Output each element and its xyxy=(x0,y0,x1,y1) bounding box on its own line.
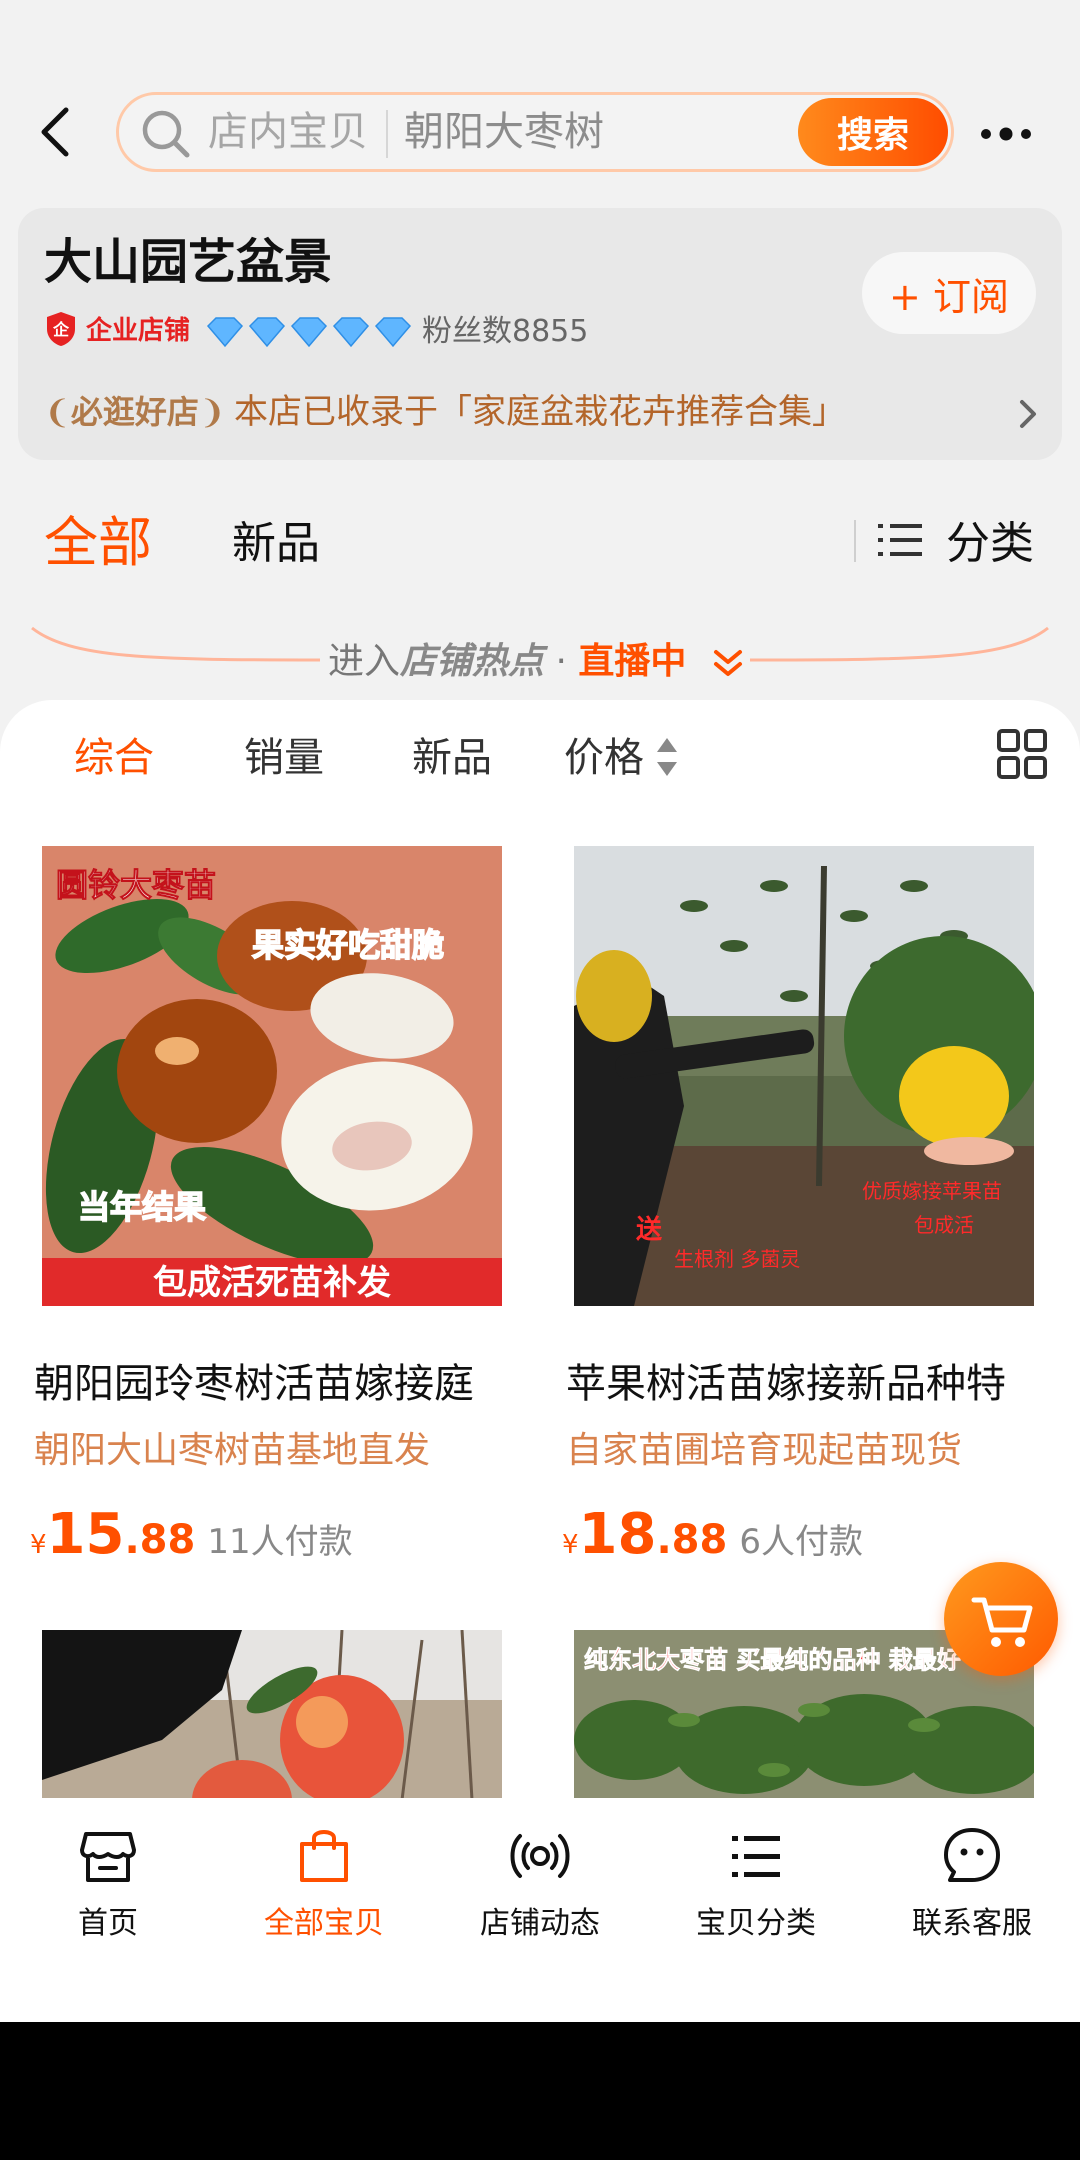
cart-button[interactable] xyxy=(944,1562,1058,1676)
diamond-rating xyxy=(204,314,412,350)
img-caption-1: 优质嫁接苹果苗 xyxy=(862,1179,1002,1203)
back-button[interactable] xyxy=(28,96,92,168)
product-subtitle: 自家苗圃培育现起苗现货 xyxy=(566,1430,963,1471)
img-caption-3: 送 xyxy=(636,1215,662,1245)
product-price: ¥15.88 11人付款 xyxy=(30,1502,353,1567)
tab-all[interactable]: 全部 xyxy=(44,508,152,578)
tab-new[interactable]: 新品 xyxy=(232,514,320,574)
cart-icon xyxy=(971,1597,1033,1647)
enterprise-shield-icon: 企 xyxy=(44,310,78,348)
store-icon xyxy=(80,1832,136,1882)
nav-customer-service[interactable]: 联系客服 xyxy=(872,1826,1072,1976)
system-navigation-bar xyxy=(0,2022,1080,2160)
broadcast-icon xyxy=(510,1834,570,1878)
shopping-bag-icon xyxy=(300,1830,348,1882)
diamond-icon xyxy=(206,317,244,348)
search-scope[interactable]: 店内宝贝 xyxy=(208,106,368,158)
product-image-peach[interactable] xyxy=(42,1630,502,1800)
diamond-icon xyxy=(290,317,328,348)
search-input[interactable] xyxy=(404,102,784,162)
nav-home[interactable]: 首页 xyxy=(8,1826,208,1976)
img-caption-2: 包成活 xyxy=(914,1213,974,1237)
nav-item-categories[interactable]: 宝贝分类 xyxy=(656,1826,856,1976)
nav-shop-feed[interactable]: 店铺动态 xyxy=(440,1826,640,1976)
img-caption-1: 纯东北大枣苗 买最纯的品种 栽最好 xyxy=(584,1645,961,1674)
img-caption-4: 生根剂 多菌灵 xyxy=(674,1247,800,1271)
chevron-right-icon[interactable] xyxy=(1014,396,1042,432)
product-image-jujube[interactable]: 圆铃大枣苗 果实好吃甜脆 当年结果 包成活死苗补发 xyxy=(42,846,502,1306)
tab-divider xyxy=(854,520,856,562)
svg-text:企: 企 xyxy=(52,320,70,339)
chat-bubble-icon xyxy=(944,1828,1000,1882)
plus-icon: + xyxy=(889,274,933,319)
product-image-apple[interactable]: 优质嫁接苹果苗 包成活 送 生根剂 多菌灵 xyxy=(574,846,1034,1306)
sort-sales[interactable]: 销量 xyxy=(244,730,324,786)
shop-name[interactable]: 大山园艺盆景 xyxy=(44,230,332,294)
search-button[interactable]: 搜索 xyxy=(798,98,948,166)
must-visit-badge: ❨必逛好店❩ xyxy=(44,393,226,431)
img-caption-1: 圆铃大枣苗 xyxy=(56,866,216,904)
sort-arrows-icon xyxy=(654,732,680,782)
paid-count: 11人付款 xyxy=(207,1522,353,1562)
img-caption-3: 当年结果 xyxy=(78,1188,206,1226)
fans-count: 粉丝数8855 xyxy=(422,314,589,349)
paid-count: 6人付款 xyxy=(739,1522,863,1562)
diamond-icon xyxy=(332,317,370,348)
list-icon xyxy=(732,1836,780,1877)
more-dots-icon xyxy=(981,127,1031,141)
nav-all-label: 全部宝贝 xyxy=(264,1906,384,1941)
more-button[interactable] xyxy=(976,110,1036,158)
nav-feed-label: 店铺动态 xyxy=(480,1906,600,1941)
search-icon xyxy=(140,108,192,160)
nav-all-items[interactable]: 全部宝贝 xyxy=(224,1826,424,1976)
img-caption-4: 包成活死苗补发 xyxy=(153,1263,391,1303)
product-title[interactable]: 苹果树活苗嫁接新品种特 xyxy=(566,1356,1044,1412)
diamond-icon xyxy=(248,317,286,348)
img-caption-2: 果实好吃甜脆 xyxy=(252,926,444,964)
sort-price[interactable]: 价格 xyxy=(564,730,644,786)
grid-view-icon[interactable] xyxy=(996,728,1048,780)
subscribe-label: 订阅 xyxy=(932,274,1009,319)
double-chevron-down-icon xyxy=(710,646,746,682)
subscribe-button[interactable]: + 订阅 xyxy=(862,252,1036,334)
tab-category[interactable]: 分类 xyxy=(946,514,1034,574)
list-icon[interactable] xyxy=(876,520,924,560)
live-banner[interactable]: 进入店铺热点 · 直播中 xyxy=(328,638,686,686)
product-price: ¥18.88 6人付款 xyxy=(562,1502,863,1567)
search-divider xyxy=(386,110,388,158)
nav-home-label: 首页 xyxy=(78,1906,138,1941)
enterprise-badge: 企业店铺 xyxy=(86,316,191,346)
product-title[interactable]: 朝阳园玲枣树活苗嫁接庭 xyxy=(34,1356,512,1412)
sort-new[interactable]: 新品 xyxy=(412,730,492,786)
diamond-icon xyxy=(374,317,412,348)
promo-collection-link[interactable]: 本店已收录于「家庭盆栽花卉推荐合集」 xyxy=(234,390,846,434)
product-subtitle: 朝阳大山枣树苗基地直发 xyxy=(34,1430,431,1471)
chevron-left-icon xyxy=(41,107,69,157)
nav-category-label: 宝贝分类 xyxy=(696,1906,816,1941)
nav-service-label: 联系客服 xyxy=(912,1906,1032,1941)
sort-comprehensive[interactable]: 综合 xyxy=(74,730,154,786)
